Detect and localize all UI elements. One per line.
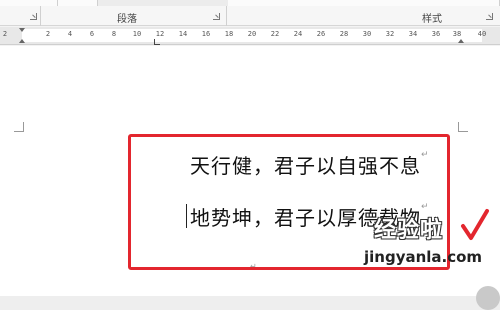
ruler-number: 2: [45, 30, 51, 38]
ribbon-controls-strip: [0, 0, 500, 6]
ruler-number: 40: [477, 30, 487, 38]
text-boundary-corner: [458, 122, 468, 132]
ruler-number: 12: [155, 30, 165, 38]
ruler-number: 6: [89, 30, 95, 38]
first-line-indent-marker[interactable]: [19, 28, 25, 32]
font-dialog-launcher-icon[interactable]: [30, 13, 37, 20]
text-boundary-corner: [14, 122, 24, 132]
tab-stop-marker[interactable]: [154, 39, 160, 45]
right-indent-marker[interactable]: [458, 39, 464, 43]
ruler-number: 36: [431, 30, 441, 38]
paragraph-dialog-launcher-icon[interactable]: [213, 13, 220, 20]
ribbon-control-cell[interactable]: [58, 0, 98, 6]
ruler-number: 14: [178, 30, 188, 38]
watermark: 经验啦 jingyanla.com: [360, 208, 496, 304]
ruler-number: 32: [385, 30, 395, 38]
ruler-number: 2: [2, 30, 8, 38]
styles-gallery-cell[interactable]: [228, 0, 500, 6]
hanging-indent-marker[interactable]: [19, 39, 25, 43]
ruler-number: 38: [452, 30, 462, 38]
ruler-number: 20: [247, 30, 257, 38]
watermark-url: jingyanla.com: [364, 248, 483, 266]
ruler-number: 24: [293, 30, 303, 38]
ribbon-control-cell[interactable]: [0, 0, 58, 6]
ruler-number: 18: [224, 30, 234, 38]
paragraph-group-label: 段落: [117, 14, 137, 25]
watermark-title: 经验啦: [374, 217, 444, 243]
ruler-number: 22: [270, 30, 280, 38]
ruler-number: 4: [67, 30, 73, 38]
group-separator: [226, 6, 227, 26]
ruler-number: 8: [111, 30, 117, 38]
ruler-number: 28: [339, 30, 349, 38]
ruler-number: 16: [201, 30, 211, 38]
checkmark-icon: [461, 209, 489, 240]
styles-dialog-launcher-icon[interactable]: [486, 13, 493, 20]
ruler-number: 10: [132, 30, 142, 38]
ribbon: 段落 样式: [0, 0, 500, 26]
ruler-number: 30: [362, 30, 372, 38]
styles-group-label: 样式: [422, 14, 442, 25]
ruler-number: 34: [408, 30, 418, 38]
ruler-number: 26: [316, 30, 326, 38]
horizontal-ruler[interactable]: 2 2 4 6 8 10 12 14 16 18 20 22 24 26 28 …: [0, 27, 500, 45]
group-separator: [40, 6, 41, 26]
